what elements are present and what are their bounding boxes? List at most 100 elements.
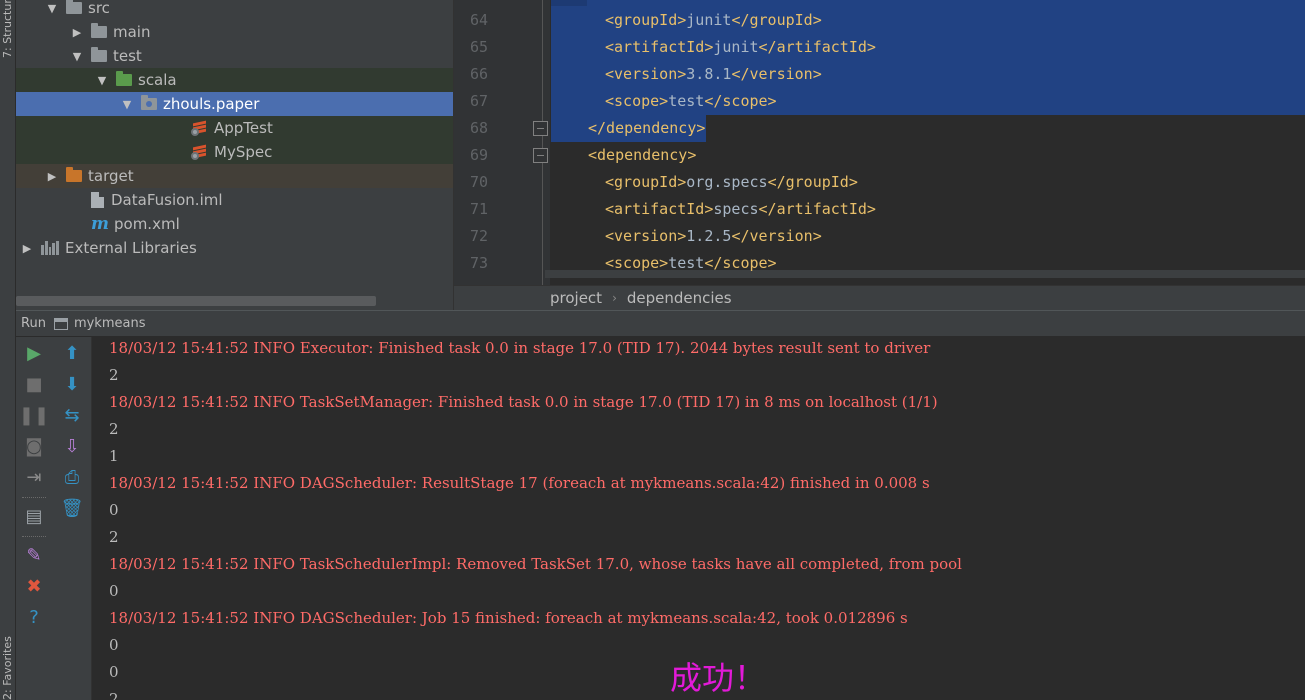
breadcrumb-item-dependencies[interactable]: dependencies (627, 289, 732, 307)
folder-icon (91, 47, 107, 62)
output-line: 2 (109, 690, 119, 700)
line-number: 71 (469, 200, 488, 218)
code-line[interactable]: <groupId>junit</groupId> (605, 7, 822, 34)
structure-tab[interactable]: 7: Structure (1, 0, 14, 58)
breadcrumb-separator: › (612, 291, 617, 305)
tree-item[interactable]: DataFusion.iml (16, 188, 453, 212)
run-config-tab[interactable]: mykmeans (74, 316, 146, 331)
output-line: 2 (109, 420, 119, 438)
down-arrow-icon[interactable]: ⬇ (61, 373, 83, 395)
tree-item[interactable]: ▼ src (16, 0, 453, 20)
trash-icon[interactable]: 🗑 (61, 497, 84, 519)
output-line: 1 (109, 447, 119, 465)
expand-arrow-icon[interactable]: ▼ (71, 50, 83, 63)
code-line[interactable]: <version>3.8.1</version> (605, 61, 822, 88)
code-line[interactable]: <artifactId>junit</artifactId> (605, 34, 876, 61)
fold-marker-icon[interactable] (533, 148, 548, 163)
tree-item-label: MySpec (214, 143, 273, 161)
pin-icon[interactable]: ✎ (23, 544, 45, 566)
tree-item-label: External Libraries (65, 239, 197, 257)
tree-item-label: pom.xml (114, 215, 180, 233)
layout-icon[interactable]: ▤ (23, 505, 45, 527)
up-arrow-icon[interactable]: ⬆ (61, 342, 83, 364)
package-icon (141, 95, 157, 110)
code-line[interactable]: <scope>test</scope> (605, 88, 777, 115)
console-icon (53, 317, 68, 330)
output-line: 2 (109, 366, 119, 384)
tree-item-label: AppTest (214, 119, 273, 137)
exit-icon[interactable]: ⇥ (23, 466, 45, 488)
camera-icon[interactable]: ◙ (23, 435, 45, 457)
soft-wrap-icon[interactable]: ⇆ (61, 404, 83, 426)
tree-item[interactable]: MySpec (16, 140, 453, 164)
line-number: 65 (469, 38, 488, 56)
line-number: 66 (469, 65, 488, 83)
toolbar-separator (22, 497, 46, 498)
code-line[interactable]: <artifactId>specs</artifactId> (605, 196, 876, 223)
tree-item[interactable]: ▶ main (16, 20, 453, 44)
stop-icon[interactable]: ■ (23, 373, 45, 395)
log-line: 18/03/12 15:41:52 INFO TaskSetManager: F… (109, 393, 938, 411)
output-line: 0 (109, 663, 119, 681)
tree-item-label: DataFusion.iml (111, 191, 223, 209)
tree-item[interactable]: ▼ scala (16, 68, 453, 92)
tree-item[interactable]: ▶ External Libraries (16, 236, 453, 260)
tree-item-label: scala (138, 71, 177, 89)
tree-item[interactable]: ▼ zhouls.paper (16, 92, 453, 116)
tree-item-label: target (88, 167, 134, 185)
run-icon[interactable]: ▶ (23, 342, 45, 364)
fold-marker-icon[interactable] (533, 121, 548, 136)
code-line[interactable]: <groupId>org.specs</groupId> (605, 169, 858, 196)
folder-icon (66, 167, 82, 182)
folder-icon (116, 71, 132, 86)
help-icon[interactable]: ? (23, 606, 45, 628)
file-icon (91, 192, 104, 208)
run-tool-window-header: Run mykmeans (16, 310, 1305, 337)
project-horizontal-scrollbar[interactable] (16, 296, 376, 306)
tree-item-label: main (113, 23, 151, 41)
pause-icon[interactable]: ❚❚ (19, 404, 49, 426)
code-line[interactable]: <scope>test</scope> (605, 250, 777, 277)
maven-icon: m (91, 214, 109, 234)
print-icon[interactable]: ⎙ (61, 466, 83, 488)
console-output[interactable]: 18/03/12 15:41:52 INFO Executor: Finishe… (92, 337, 1305, 700)
tree-item[interactable]: m pom.xml (16, 212, 453, 236)
tree-item[interactable]: ▶ target (16, 164, 453, 188)
output-line: 0 (109, 636, 119, 654)
scala-test-icon (191, 144, 207, 160)
breadcrumb-item-project[interactable]: project (550, 289, 602, 307)
collapse-arrow-icon[interactable]: ▶ (71, 26, 83, 39)
log-line: 18/03/12 15:41:52 INFO Executor: Finishe… (109, 339, 931, 357)
line-number: 69 (469, 146, 488, 164)
scala-test-icon (191, 120, 207, 136)
log-line: 18/03/12 15:41:52 INFO DAGScheduler: Res… (109, 474, 930, 492)
log-line: 18/03/12 15:41:52 INFO TaskSchedulerImpl… (109, 555, 962, 573)
collapse-arrow-icon[interactable]: ▶ (21, 242, 33, 255)
code-editor[interactable]: 64 <groupId>junit</groupId> 65 <artifactId>… (453, 0, 1305, 285)
tree-item[interactable]: AppTest (16, 116, 453, 140)
run-toolbar: ▶ ■ ❚❚ ◙ ⇥ ▤ ✎ ✖? ⬆ ⬇ ⇆ ⇩ ⎙ 🗑 (16, 337, 92, 700)
tree-item-label: test (113, 47, 142, 65)
tree-item[interactable]: ▼ test (16, 44, 453, 68)
libraries-icon (41, 241, 59, 255)
collapse-arrow-icon[interactable]: ▶ (46, 170, 58, 183)
code-line[interactable]: <version>1.2.5</version> (605, 223, 822, 250)
favorites-tab[interactable]: 2: Favorites (1, 636, 14, 700)
left-tool-strip: 7: Structure 2: Favorites (0, 0, 16, 700)
toolbar-separator (22, 536, 46, 537)
code-line[interactable]: </dependency> (588, 115, 705, 142)
expand-arrow-icon[interactable]: ▼ (46, 2, 58, 15)
line-number: 72 (469, 227, 488, 245)
output-line: 0 (109, 501, 119, 519)
project-tree-panel: ▼ src ▶ main ▼ test ▼ scala ▼ zhouls.paper AppTest… (16, 0, 453, 310)
line-number: 64 (469, 11, 488, 29)
success-overlay-text: 成功！ (670, 659, 767, 697)
selection-highlight (551, 0, 587, 6)
expand-arrow-icon[interactable]: ▼ (96, 74, 108, 87)
expand-arrow-icon[interactable]: ▼ (121, 98, 133, 111)
scroll-to-end-icon[interactable]: ⇩ (61, 435, 83, 457)
code-line[interactable]: <dependency> (588, 142, 696, 169)
log-line: 18/03/12 15:41:52 INFO DAGScheduler: Job… (109, 609, 908, 627)
line-number: 67 (469, 92, 488, 110)
close-icon[interactable]: ✖ (23, 575, 45, 597)
